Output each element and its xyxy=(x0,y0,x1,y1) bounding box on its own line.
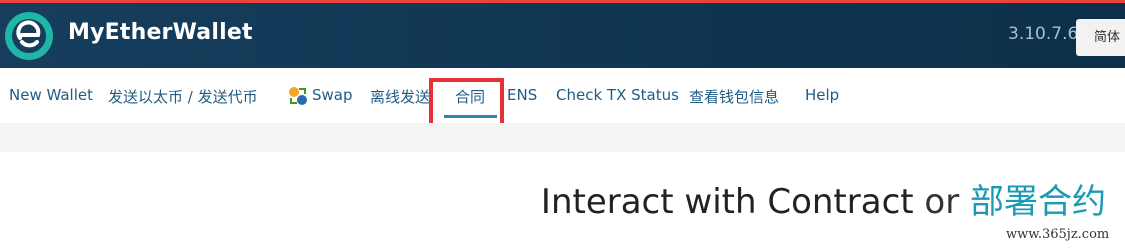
content-top-band xyxy=(0,123,1125,152)
page-title-deploy-link[interactable]: 部署合约 xyxy=(970,182,1106,222)
brand-name[interactable]: MyEtherWallet xyxy=(68,20,253,45)
nav-item-ens[interactable]: ENS xyxy=(507,86,537,104)
app-header: MyEtherWallet 3.10.7.6 简体 xyxy=(0,3,1125,68)
nav-item-send-ether-tokens[interactable]: 发送以太币 / 发送代币 xyxy=(108,86,258,107)
main-nav: New Wallet 发送以太币 / 发送代币 Swap 离线发送 合同 ENS… xyxy=(0,68,1125,123)
watermark-text: www.365jz.com xyxy=(1004,227,1112,242)
version-label: 3.10.7.6 xyxy=(1008,24,1079,44)
page-title-interact[interactable]: Interact with Contract xyxy=(541,182,914,222)
nav-item-view-wallet-info[interactable]: 查看钱包信息 xyxy=(689,86,779,107)
nav-item-swap[interactable]: Swap xyxy=(312,86,353,104)
myetherwallet-logo-icon[interactable] xyxy=(4,11,54,61)
page-title-or: or xyxy=(924,182,960,222)
page-title: Interact with Contract or 部署合约 xyxy=(541,174,1106,223)
nav-item-check-tx-status[interactable]: Check TX Status xyxy=(556,86,679,104)
nav-item-new-wallet[interactable]: New Wallet xyxy=(9,86,93,104)
language-button[interactable]: 简体 xyxy=(1076,19,1125,56)
swap-icon xyxy=(289,87,307,105)
nav-item-help[interactable]: Help xyxy=(805,86,839,104)
nav-item-offline-send[interactable]: 离线发送 xyxy=(370,86,430,107)
